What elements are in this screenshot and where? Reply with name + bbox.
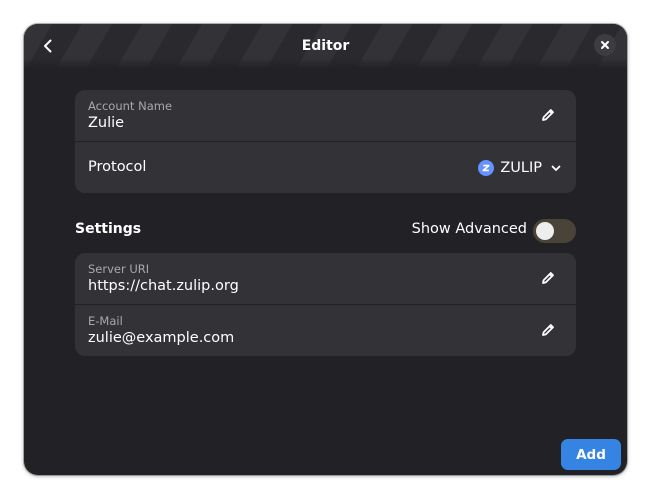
pencil-icon xyxy=(542,324,554,336)
email-label: E-Mail xyxy=(88,314,123,328)
show-advanced-toggle[interactable] xyxy=(533,219,576,243)
protocol-value: ZULIP xyxy=(500,159,542,176)
server-uri-row: Server URI https://chat.zulip.org xyxy=(75,253,576,304)
pencil-icon xyxy=(542,109,554,121)
settings-card: Server URI https://chat.zulip.org E-Mail… xyxy=(75,253,576,356)
protocol-row: Protocol ZULIP xyxy=(75,141,576,193)
account-card: Account Name Zulie Protocol ZULIP xyxy=(75,90,576,193)
server-uri-label: Server URI xyxy=(88,262,150,276)
close-button[interactable] xyxy=(594,34,616,56)
pencil-icon xyxy=(542,272,554,284)
server-uri-value: https://chat.zulip.org xyxy=(88,278,239,294)
editor-dialog: Editor Account Name Zulie Protocol ZULIP… xyxy=(24,24,627,475)
window-title: Editor xyxy=(301,38,350,54)
add-button[interactable]: Add xyxy=(561,439,621,470)
close-icon xyxy=(601,41,609,49)
header-bar: Editor xyxy=(24,24,627,68)
email-value: zulie@example.com xyxy=(88,330,235,346)
chevron-down-icon xyxy=(551,165,561,171)
edit-email-button[interactable] xyxy=(538,320,558,340)
account-name-label: Account Name xyxy=(88,99,173,113)
edit-account-name-button[interactable] xyxy=(538,105,558,125)
protocol-label: Protocol xyxy=(88,159,147,175)
settings-section-title: Settings xyxy=(75,221,142,237)
edit-server-uri-button[interactable] xyxy=(538,268,558,288)
show-advanced-label: Show Advanced xyxy=(411,221,527,237)
email-row: E-Mail zulie@example.com xyxy=(75,304,576,356)
protocol-dropdown[interactable]: ZULIP xyxy=(478,142,562,193)
zulip-logo-icon xyxy=(478,159,495,176)
account-name-row: Account Name Zulie xyxy=(75,90,576,141)
toggle-knob xyxy=(536,222,554,240)
account-name-value: Zulie xyxy=(88,115,125,131)
